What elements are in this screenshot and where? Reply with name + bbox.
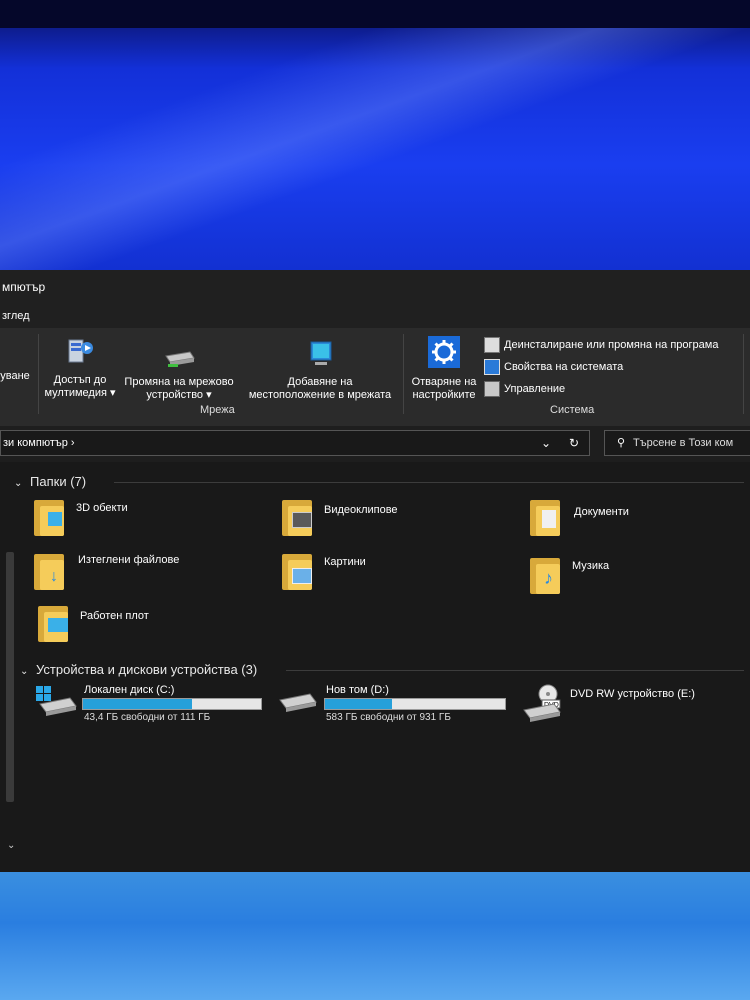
manage-label: Управление [504,383,566,395]
folders-section-header[interactable]: ⌄ Папки (7) [14,474,744,489]
folder-icon [282,500,312,536]
devices-section-header[interactable]: ⌄ Устройства и дискови устройства (3) [20,662,744,677]
map-drive-label-1: Промяна на мрежово [124,376,234,388]
drive-free-space: 583 ГБ свободни от 931 ГБ [326,712,451,723]
drive-name: DVD RW устройство (E:) [570,688,695,700]
breadcrumb: зи компютър › [3,437,75,449]
folder-label: Видеоклипове [324,504,398,516]
folder-label: Картини [324,556,366,568]
settings-gear-icon [428,336,460,368]
chevron-down-icon[interactable]: ⌄ [541,431,551,455]
search-icon: ⚲ [617,437,626,449]
network-location-icon [310,341,332,365]
media-access-label-1: Достъп до [53,374,107,386]
refresh-icon[interactable]: ↻ [569,431,579,455]
map-network-drive-button[interactable]: Промяна на мрежово устройство ▾ [118,348,240,402]
search-placeholder: Търсене в Този ком [633,437,734,449]
manage-button[interactable]: Управление [484,380,565,398]
system-properties-button[interactable]: Свойства на системата [484,358,623,376]
folder-icon [282,554,312,590]
group-system-label: Система [550,404,595,416]
desktop-wallpaper-bottom [0,872,750,1000]
drive-name: Нов том (D:) [326,684,389,696]
scrollbar[interactable] [6,552,14,802]
open-settings-label-2: настройките [412,389,476,401]
drive-name: Локален диск (C:) [84,684,175,696]
ribbon-partial-button[interactable]: уване [0,370,30,383]
folder-icon [34,500,64,536]
uninstall-program-button[interactable]: Деинсталиране или промяна на програма [484,336,718,354]
desktop-wallpaper [0,0,750,275]
chevron-down-icon: ⌄ [20,666,29,677]
folders-header-label: Папки (7) [30,474,87,489]
folder-label: Работен плот [80,610,149,622]
add-location-label-2: местоположение в мрежата [248,389,392,401]
dvd-drive-icon: DVD [523,684,561,722]
scroll-down-icon[interactable]: ⌄ [7,840,15,851]
group-network-label: Мрежа [200,404,235,416]
search-box[interactable]: ⚲ Търсене в Този ком [604,430,750,456]
network-drive-icon [165,351,195,367]
tab-view[interactable]: зглед [2,310,30,322]
media-access-label-2: мултимедия ▾ [44,387,116,399]
folder-label: Изтеглени файлове [78,554,180,566]
media-server-icon [68,339,93,363]
title-bar: мпютър [0,270,750,304]
media-access-button[interactable]: Достъп до мултимедия ▾ [42,336,118,400]
windows-drive-icon [36,686,77,716]
folder-icon: ↓ [34,554,64,590]
devices-header-label: Устройства и дискови устройства (3) [36,662,258,677]
system-properties-icon [484,359,500,376]
folder-icon [38,606,68,642]
chevron-down-icon: ⌄ [14,478,23,489]
folder-icon: ♪ [530,558,560,594]
folder-label: 3D обекти [76,502,128,514]
open-settings-button[interactable]: Отваряне на настройките [408,336,480,402]
drive-usage-bar [82,698,262,710]
window-title: мпютър [2,280,46,294]
drive-usage-bar [324,698,506,710]
address-bar[interactable]: зи компютър › ⌄ ↻ [0,430,590,456]
uninstall-icon [484,337,500,354]
file-explorer-window: мпютър зглед уване Достъп до мултимедия … [0,270,750,872]
hard-drive-icon [279,693,317,712]
add-network-location-button[interactable]: Добавяне на местоположение в мрежата [242,338,398,402]
folder-label: Документи [574,506,629,518]
address-bar-row: зи компютър › ⌄ ↻ ⚲ Търсене в Този ком [0,426,750,462]
map-drive-label-2: устройство ▾ [146,389,212,401]
menu-bar: зглед [0,304,750,328]
folder-icon [530,500,560,536]
system-properties-label: Свойства на системата [504,361,624,373]
folder-label: Музика [572,560,610,572]
drive-free-space: 43,4 ГБ свободни от 111 ГБ [84,712,211,723]
ribbon-partial-label: уване [0,370,30,382]
manage-icon [484,381,500,398]
add-location-label-1: Добавяне на [287,376,353,388]
content-pane: ⌄ ⌄ Папки (7) 3D обекти Видеоклипове Док… [0,462,750,872]
open-settings-label-1: Отваряне на [411,376,477,388]
uninstall-label: Деинсталиране или промяна на програма [504,339,719,351]
ribbon: уване Достъп до мултимедия ▾ Промяна на … [0,328,750,427]
